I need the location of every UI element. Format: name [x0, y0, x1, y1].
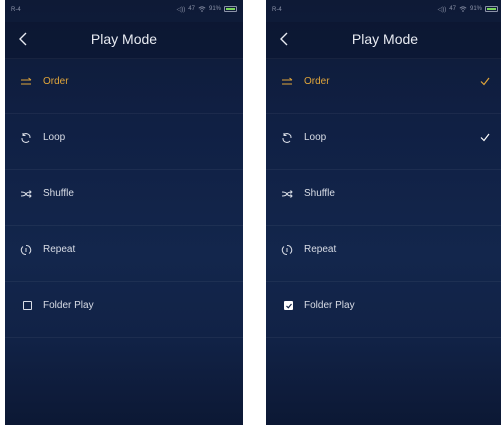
mode-label: Repeat: [43, 244, 76, 255]
folder-play-label: Folder Play: [43, 300, 94, 311]
repeat-one-icon: [20, 244, 32, 256]
folder-play-checkbox[interactable]: [23, 301, 32, 310]
mode-repeat[interactable]: Repeat: [5, 226, 243, 282]
mode-label: Loop: [304, 132, 327, 143]
carrier-label: R-4: [272, 7, 282, 13]
status-bar: R-4 ◁)) 47 91%: [266, 0, 501, 22]
folder-play-option[interactable]: Folder Play: [5, 282, 243, 338]
volume-level: 47: [449, 6, 456, 12]
nav-bar: Play Mode: [266, 22, 501, 59]
play-mode-list: Order Loop Shuffle Repeat Folder Play: [266, 58, 501, 338]
mode-shuffle[interactable]: Shuffle: [266, 170, 501, 226]
mode-loop[interactable]: Loop: [5, 114, 243, 170]
play-mode-screen-left: R-4 ◁)) 47 91% Play Mode Order Loop Shuf…: [5, 0, 243, 425]
folder-play-checkbox[interactable]: [284, 301, 293, 310]
mode-order[interactable]: Order: [266, 58, 501, 114]
folder-play-option[interactable]: Folder Play: [266, 282, 501, 338]
mode-label: Shuffle: [304, 188, 335, 199]
page-title: Play Mode: [90, 31, 158, 47]
volume-level: 47: [188, 6, 195, 12]
play-mode-screen-right: R-4 ◁)) 47 91% Play Mode Order Loop Shuf…: [266, 0, 501, 425]
nav-bar: Play Mode: [5, 22, 243, 59]
mode-repeat[interactable]: Repeat: [266, 226, 501, 282]
mode-loop[interactable]: Loop: [266, 114, 501, 170]
volume-icon: ◁)): [437, 6, 447, 13]
mode-label: Loop: [43, 132, 66, 143]
loop-icon: [21, 133, 31, 143]
mode-order[interactable]: Order: [5, 58, 243, 114]
mode-label: Shuffle: [43, 188, 74, 199]
battery-percent: 91%: [469, 6, 482, 12]
repeat-one-icon: [281, 244, 293, 256]
check-icon: [480, 133, 490, 142]
status-icons: ◁)) 47 91%: [177, 5, 237, 13]
order-icon: [282, 77, 293, 85]
mode-label: Order: [43, 76, 69, 87]
battery-icon: [485, 6, 498, 12]
battery-percent: 91%: [208, 6, 221, 12]
loop-icon: [282, 133, 292, 143]
shuffle-icon: [20, 190, 32, 198]
wifi-icon: [198, 6, 206, 12]
status-icons: ◁)) 47 91%: [438, 5, 498, 13]
page-title: Play Mode: [351, 31, 419, 47]
mode-shuffle[interactable]: Shuffle: [5, 170, 243, 226]
shuffle-icon: [281, 190, 293, 198]
wifi-icon: [459, 6, 467, 12]
order-icon: [21, 77, 32, 85]
folder-play-label: Folder Play: [304, 300, 355, 311]
mode-label: Order: [304, 76, 330, 87]
volume-icon: ◁)): [176, 6, 186, 13]
play-mode-list: Order Loop Shuffle Repeat Folder Play: [5, 58, 243, 338]
carrier-label: R-4: [11, 7, 21, 13]
check-icon: [480, 77, 490, 86]
battery-icon: [224, 6, 237, 12]
checkbox-check-icon: [285, 303, 292, 309]
status-bar: R-4 ◁)) 47 91%: [5, 0, 243, 22]
mode-label: Repeat: [304, 244, 337, 255]
